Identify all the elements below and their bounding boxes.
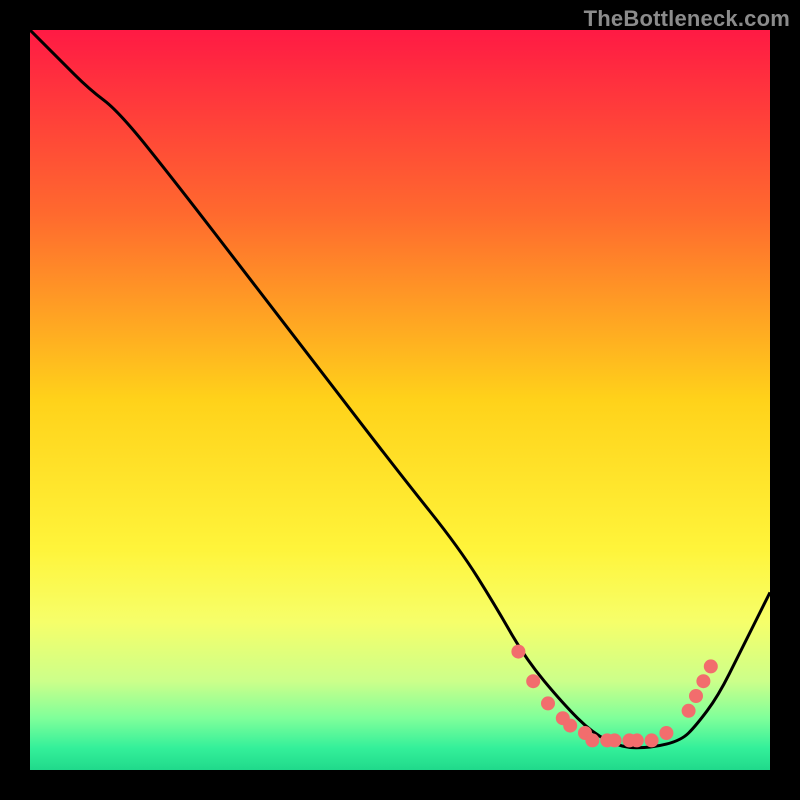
marker-dot: [511, 645, 525, 659]
marker-dot: [704, 659, 718, 673]
marker-dot: [526, 674, 540, 688]
chart-frame: TheBottleneck.com: [0, 0, 800, 800]
watermark-label: TheBottleneck.com: [584, 6, 790, 32]
marker-dot: [696, 674, 710, 688]
marker-dot: [645, 733, 659, 747]
marker-dot: [541, 696, 555, 710]
marker-dot: [659, 726, 673, 740]
marker-dot: [689, 689, 703, 703]
plot-area: [30, 30, 770, 770]
marker-dot: [563, 719, 577, 733]
marker-dot: [630, 733, 644, 747]
chart-svg: [30, 30, 770, 770]
marker-dot: [585, 733, 599, 747]
marker-dot: [682, 704, 696, 718]
marker-dot: [608, 733, 622, 747]
